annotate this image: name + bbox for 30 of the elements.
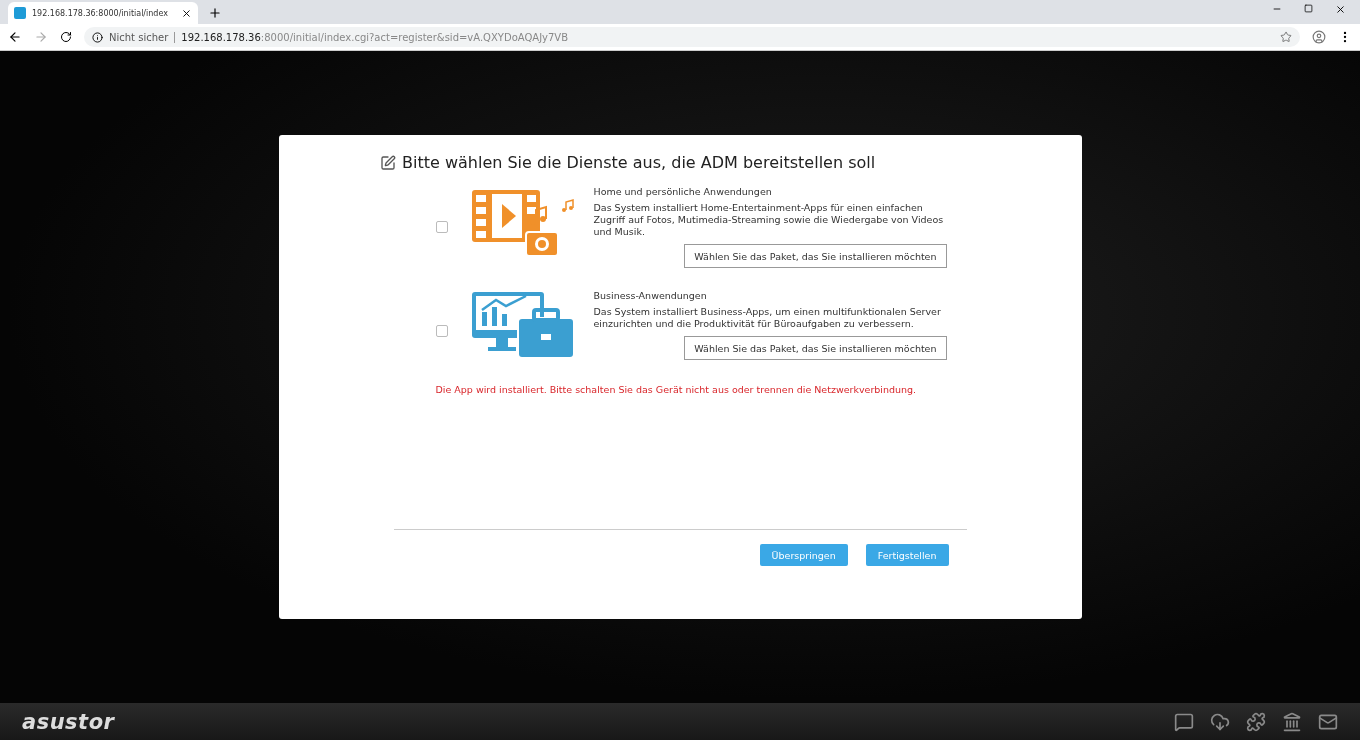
select-package-button[interactable]: Wählen Sie das Paket, das Sie installieren möchten (684, 336, 947, 360)
url-text: 192.168.178.36:8000/initial/index.cgi?act=register&sid=vA.QXYDoAQAJy7VB (181, 31, 569, 43)
logo: asustor (22, 709, 115, 734)
back-icon[interactable] (8, 30, 22, 44)
info-icon[interactable] (92, 31, 103, 43)
star-icon[interactable] (1280, 31, 1292, 43)
service-description: Das System installiert Home-Entertainment-Apps für einen einfachen Zugriff auf Fotos, Mutimedia-Streaming sowie die Wiedergabe von Videos und Musik. (593, 202, 945, 238)
dialog-title: Bitte wählen Sie die Dienste aus, die ADM bereitstellen soll (402, 153, 876, 172)
browser-tab[interactable]: 192.168.178.36:8000/initial/index (8, 2, 198, 24)
service-checkbox[interactable] (435, 325, 448, 337)
select-package-button[interactable]: Wählen Sie das Paket, das Sie installieren möchten (684, 244, 947, 268)
service-name: Home und persönliche Anwendungen (593, 186, 773, 197)
service-checkbox[interactable] (435, 221, 448, 233)
chat-icon[interactable] (1174, 711, 1194, 732)
warning-text: Die App wird installiert. Bitte schalten Sie das Gerät nicht aus oder trennen die Netzwerkverbindung. (435, 384, 918, 395)
address-bar[interactable]: Nicht sicher 192.168.178.36:8000/initial/index.cgi?act=register&sid=vA.QXYDoAQAJy7VB (84, 27, 1300, 47)
puzzle-icon[interactable] (1246, 711, 1266, 732)
service-name: Business-Anwendungen (593, 290, 708, 301)
close-icon[interactable] (1335, 3, 1346, 15)
favicon-icon (14, 7, 26, 19)
building-icon[interactable] (1282, 711, 1302, 732)
security-label: Nicht sicher (109, 31, 176, 43)
reload-icon[interactable] (60, 31, 72, 43)
close-icon[interactable] (181, 7, 192, 19)
maximize-icon[interactable] (1304, 3, 1313, 13)
edit-icon (380, 154, 396, 171)
profile-icon[interactable] (1312, 30, 1326, 44)
cloud-download-icon[interactable] (1210, 711, 1230, 732)
service-description: Das System installiert Business-Apps, um einen multifunktionalen Server einzurichten und die Produktivität für Büroaufgaben zu verbessern. (593, 306, 942, 330)
new-tab-icon[interactable] (208, 6, 222, 20)
